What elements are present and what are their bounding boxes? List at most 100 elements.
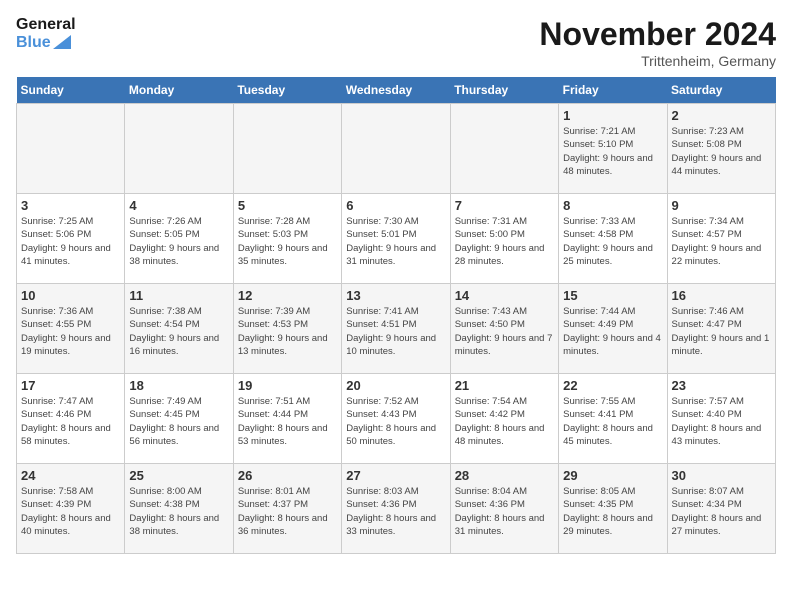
day-number: 5 [238,198,337,213]
calendar-cell: 5 Sunrise: 7:28 AM Sunset: 5:03 PM Daylig… [233,194,341,284]
calendar-week-row: 1 Sunrise: 7:21 AM Sunset: 5:10 PM Daylig… [17,104,776,194]
calendar-cell: 9 Sunrise: 7:34 AM Sunset: 4:57 PM Daylig… [667,194,775,284]
day-number: 17 [21,378,120,393]
logo: General Blue [16,16,76,51]
day-number: 4 [129,198,228,213]
calendar-cell: 14Sunrise: 7:43 AM Sunset: 4:50 PM Dayli… [450,284,558,374]
day-info: Sunrise: 8:03 AM Sunset: 4:36 PM Dayligh… [346,485,445,538]
title-area: November 2024 Trittenheim, Germany [539,16,776,69]
day-number: 12 [238,288,337,303]
day-info: Sunrise: 7:39 AM Sunset: 4:53 PM Dayligh… [238,305,337,358]
calendar-cell: 13 Sunrise: 7:41 AM Sunset: 4:51 PM Dayli… [342,284,450,374]
day-info: Sunrise: 7:52 AM Sunset: 4:43 PM Dayligh… [346,395,445,448]
day-number: 20 [346,378,445,393]
day-info: Sunrise: 7:51 AM Sunset: 4:44 PM Dayligh… [238,395,337,448]
calendar-cell: 29 Sunrise: 8:05 AM Sunset: 4:35 PM Dayli… [559,464,667,554]
day-info: Sunrise: 7:23 AM Sunset: 5:08 PM Dayligh… [672,125,771,178]
calendar-cell: 23 Sunrise: 7:57 AM Sunset: 4:40 PM Dayli… [667,374,775,464]
day-number: 24 [21,468,120,483]
day-info: Sunrise: 7:43 AM Sunset: 4:50 PM Dayligh… [455,305,554,358]
day-number: 8 [563,198,662,213]
day-number: 6 [346,198,445,213]
calendar-cell: 20 Sunrise: 7:52 AM Sunset: 4:43 PM Dayli… [342,374,450,464]
calendar-cell: 1 Sunrise: 7:21 AM Sunset: 5:10 PM Daylig… [559,104,667,194]
day-info: Sunrise: 7:34 AM Sunset: 4:57 PM Dayligh… [672,215,771,268]
day-info: Sunrise: 7:28 AM Sunset: 5:03 PM Dayligh… [238,215,337,268]
day-header-thursday: Thursday [450,77,558,104]
calendar-cell: 19 Sunrise: 7:51 AM Sunset: 4:44 PM Dayli… [233,374,341,464]
calendar-cell: 2 Sunrise: 7:23 AM Sunset: 5:08 PM Daylig… [667,104,775,194]
calendar-cell: 22 Sunrise: 7:55 AM Sunset: 4:41 PM Dayli… [559,374,667,464]
day-number: 10 [21,288,120,303]
day-header-sunday: Sunday [17,77,125,104]
calendar-cell: 4Sunrise: 7:26 AM Sunset: 5:05 PM Daylig… [125,194,233,284]
calendar-cell: 3 Sunrise: 7:25 AM Sunset: 5:06 PM Daylig… [17,194,125,284]
day-number: 1 [563,108,662,123]
calendar-cell: 17Sunrise: 7:47 AM Sunset: 4:46 PM Dayli… [17,374,125,464]
calendar-table: SundayMondayTuesdayWednesdayThursdayFrid… [16,77,776,554]
day-number: 13 [346,288,445,303]
calendar-cell [342,104,450,194]
day-number: 29 [563,468,662,483]
day-number: 23 [672,378,771,393]
calendar-cell: 28 Sunrise: 8:04 AM Sunset: 4:36 PM Dayli… [450,464,558,554]
day-info: Sunrise: 7:21 AM Sunset: 5:10 PM Dayligh… [563,125,662,178]
calendar-cell: 12 Sunrise: 7:39 AM Sunset: 4:53 PM Dayli… [233,284,341,374]
day-number: 27 [346,468,445,483]
calendar-cell: 26Sunrise: 8:01 AM Sunset: 4:37 PM Dayli… [233,464,341,554]
calendar-cell: 25Sunrise: 8:00 AM Sunset: 4:38 PM Dayli… [125,464,233,554]
day-info: Sunrise: 7:25 AM Sunset: 5:06 PM Dayligh… [21,215,120,268]
calendar-cell [233,104,341,194]
day-info: Sunrise: 7:31 AM Sunset: 5:00 PM Dayligh… [455,215,554,268]
day-info: Sunrise: 7:46 AM Sunset: 4:47 PM Dayligh… [672,305,771,358]
calendar-cell: 16Sunrise: 7:46 AM Sunset: 4:47 PM Dayli… [667,284,775,374]
calendar-cell: 10Sunrise: 7:36 AM Sunset: 4:55 PM Dayli… [17,284,125,374]
day-info: Sunrise: 7:55 AM Sunset: 4:41 PM Dayligh… [563,395,662,448]
calendar-cell: 15Sunrise: 7:44 AM Sunset: 4:49 PM Dayli… [559,284,667,374]
day-number: 21 [455,378,554,393]
day-number: 9 [672,198,771,213]
calendar-cell: 30Sunrise: 8:07 AM Sunset: 4:34 PM Dayli… [667,464,775,554]
logo-chevron-icon [53,35,71,49]
day-number: 2 [672,108,771,123]
day-header-monday: Monday [125,77,233,104]
day-info: Sunrise: 7:33 AM Sunset: 4:58 PM Dayligh… [563,215,662,268]
calendar-cell: 11Sunrise: 7:38 AM Sunset: 4:54 PM Dayli… [125,284,233,374]
day-info: Sunrise: 8:07 AM Sunset: 4:34 PM Dayligh… [672,485,771,538]
day-info: Sunrise: 7:41 AM Sunset: 4:51 PM Dayligh… [346,305,445,358]
calendar-cell: 6 Sunrise: 7:30 AM Sunset: 5:01 PM Daylig… [342,194,450,284]
day-info: Sunrise: 8:00 AM Sunset: 4:38 PM Dayligh… [129,485,228,538]
day-number: 26 [238,468,337,483]
day-info: Sunrise: 7:49 AM Sunset: 4:45 PM Dayligh… [129,395,228,448]
day-header-wednesday: Wednesday [342,77,450,104]
calendar-cell [17,104,125,194]
day-number: 19 [238,378,337,393]
calendar-week-row: 24 Sunrise: 7:58 AM Sunset: 4:39 PM Dayli… [17,464,776,554]
day-number: 28 [455,468,554,483]
day-header-friday: Friday [559,77,667,104]
location: Trittenheim, Germany [539,53,776,69]
day-number: 18 [129,378,228,393]
calendar-cell [125,104,233,194]
day-info: Sunrise: 7:57 AM Sunset: 4:40 PM Dayligh… [672,395,771,448]
calendar-cell: 18 Sunrise: 7:49 AM Sunset: 4:45 PM Dayli… [125,374,233,464]
logo-blue: Blue [16,34,51,52]
calendar-week-row: 10Sunrise: 7:36 AM Sunset: 4:55 PM Dayli… [17,284,776,374]
logo-general: General [16,16,76,34]
day-info: Sunrise: 7:30 AM Sunset: 5:01 PM Dayligh… [346,215,445,268]
day-number: 22 [563,378,662,393]
day-info: Sunrise: 8:04 AM Sunset: 4:36 PM Dayligh… [455,485,554,538]
calendar-cell: 7Sunrise: 7:31 AM Sunset: 5:00 PM Daylig… [450,194,558,284]
calendar-cell: 21 Sunrise: 7:54 AM Sunset: 4:42 PM Dayli… [450,374,558,464]
calendar-week-row: 3 Sunrise: 7:25 AM Sunset: 5:06 PM Daylig… [17,194,776,284]
day-info: Sunrise: 7:38 AM Sunset: 4:54 PM Dayligh… [129,305,228,358]
day-info: Sunrise: 7:44 AM Sunset: 4:49 PM Dayligh… [563,305,662,358]
day-info: Sunrise: 7:54 AM Sunset: 4:42 PM Dayligh… [455,395,554,448]
day-info: Sunrise: 8:05 AM Sunset: 4:35 PM Dayligh… [563,485,662,538]
calendar-header-row: SundayMondayTuesdayWednesdayThursdayFrid… [17,77,776,104]
calendar-cell: 24 Sunrise: 7:58 AM Sunset: 4:39 PM Dayli… [17,464,125,554]
month-title: November 2024 [539,16,776,53]
calendar-cell: 27 Sunrise: 8:03 AM Sunset: 4:36 PM Dayli… [342,464,450,554]
day-info: Sunrise: 7:58 AM Sunset: 4:39 PM Dayligh… [21,485,120,538]
day-number: 3 [21,198,120,213]
